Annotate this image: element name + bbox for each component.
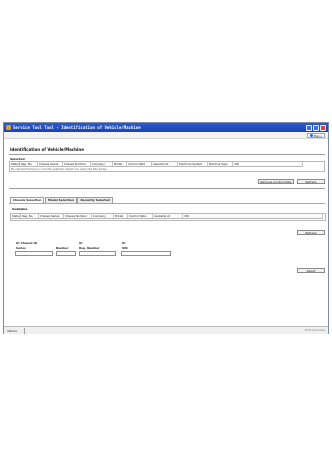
column-header[interactable]: Reg. No. — [21, 214, 39, 218]
available-section-label: Available — [12, 207, 28, 211]
column-header[interactable]: Status — [10, 162, 20, 166]
window-title: Service Tool Tool - Identification of Ve… — [13, 125, 141, 130]
column-header[interactable]: Available At — [153, 214, 183, 218]
column-header[interactable]: Chassis Number — [64, 214, 92, 218]
application-window: Service Tool Tool - Identification of Ve… — [3, 122, 329, 334]
status-environment-text: TC Environment — [304, 328, 325, 332]
column-header[interactable]: Reg. No. — [20, 162, 38, 166]
column-header[interactable]: Electrical System — [178, 162, 208, 166]
page-title: Identification of Vehicle/Machine — [10, 147, 84, 152]
selected-table[interactable]: Status Reg. No. Chassis Series Chassis N… — [9, 161, 325, 172]
section-divider — [9, 188, 325, 189]
column-header[interactable]: Chassis Number — [63, 162, 91, 166]
column-header[interactable]: Machine Type — [208, 162, 233, 166]
selected-table-header: Status Reg. No. Chassis Series Chassis N… — [10, 162, 303, 167]
tab-panel-border — [9, 203, 325, 204]
column-header[interactable]: VIN — [233, 162, 303, 166]
column-header[interactable]: Chassis Series — [39, 214, 64, 218]
or-label: Or — [122, 241, 126, 245]
number-label: Number — [56, 246, 69, 250]
close-button[interactable] — [320, 124, 326, 131]
available-table[interactable]: Status Reg. No. Chassis Series Chassis N… — [10, 213, 326, 221]
help-icon — [309, 134, 313, 137]
empty-selection-message: No vehicle/machine is currently selected… — [11, 168, 107, 171]
reg-number-label: Reg. Number — [79, 246, 100, 250]
refresh-available-button[interactable]: Refresh — [297, 230, 325, 235]
or-label: Or — [79, 241, 83, 245]
menu-bar: Menu — [4, 132, 328, 139]
available-table-header: Status Reg. No. Chassis Series Chassis N… — [11, 214, 323, 219]
column-header[interactable]: Status — [11, 214, 21, 218]
minimize-button[interactable] — [306, 124, 312, 131]
column-header[interactable]: Control Data — [127, 162, 152, 166]
column-header[interactable]: VIN — [183, 214, 323, 218]
help-menu-label: Menu — [313, 133, 322, 138]
chassis-series-input[interactable] — [15, 251, 53, 256]
status-left-text: Vehicle — [7, 328, 18, 333]
column-header[interactable]: Selected At — [152, 162, 178, 166]
column-header[interactable]: Company — [92, 214, 114, 218]
column-header[interactable]: Chassis Series — [38, 162, 63, 166]
title-bar: Service Tool Tool - Identification of Ve… — [4, 123, 328, 132]
status-bar: Vehicle TC Environment — [4, 326, 328, 334]
column-header[interactable]: Company — [91, 162, 113, 166]
reg-number-input[interactable] — [79, 251, 116, 256]
heading-divider — [9, 154, 325, 155]
chassis-id-label: Or Chassis ID — [16, 241, 37, 245]
app-icon — [6, 125, 11, 130]
refresh-selected-button[interactable]: Refresh — [297, 179, 325, 184]
remove-control-data-button[interactable]: Remove Control Data — [258, 179, 294, 184]
column-header[interactable]: Model — [113, 162, 127, 166]
maximize-button[interactable] — [313, 124, 319, 131]
select-button[interactable]: Select — [297, 268, 325, 273]
series-label: Series — [16, 246, 26, 250]
chassis-number-input[interactable] — [56, 251, 76, 256]
vin-label: VIN — [122, 246, 128, 250]
status-divider — [24, 328, 25, 334]
series-number-separator: - — [53, 251, 55, 255]
column-header[interactable]: Control Data — [128, 214, 153, 218]
vin-input[interactable] — [121, 251, 171, 256]
help-menu-button[interactable]: Menu — [306, 133, 325, 138]
column-header[interactable]: Model — [114, 214, 128, 218]
